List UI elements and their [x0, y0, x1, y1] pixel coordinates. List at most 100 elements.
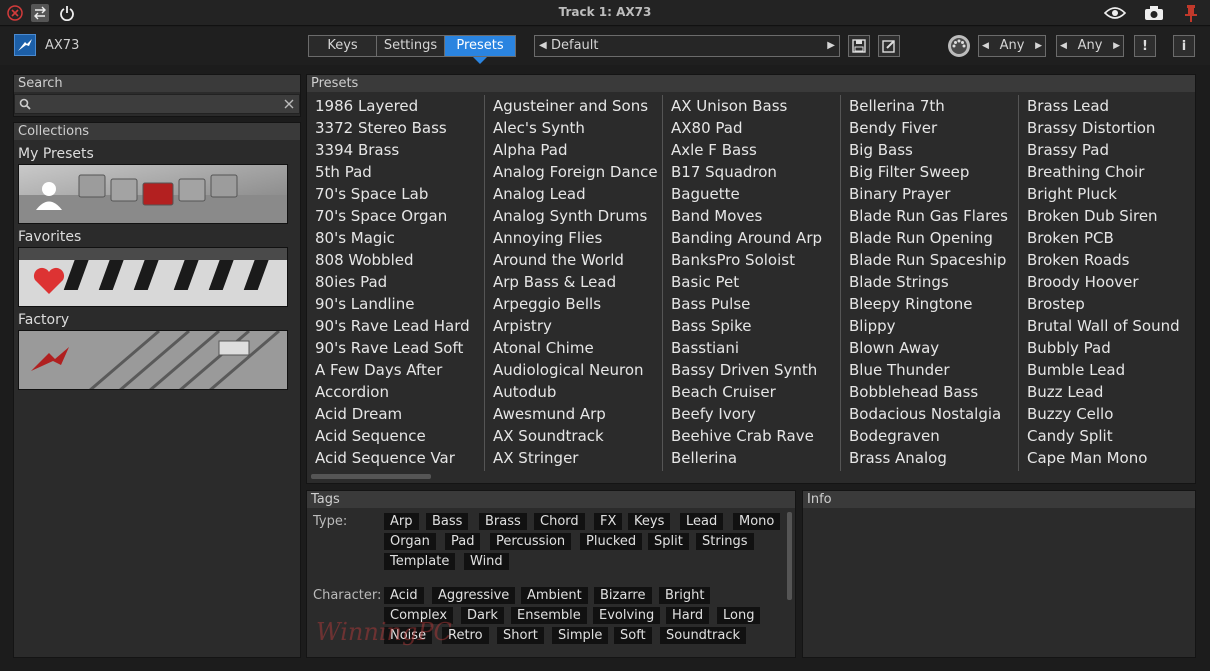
- preset-item[interactable]: 80's Magic: [309, 227, 481, 249]
- preset-item[interactable]: Bendy Fiver: [843, 117, 1015, 139]
- preset-item[interactable]: Autodub: [487, 381, 659, 403]
- warning-button[interactable]: !: [1134, 35, 1156, 57]
- preset-item[interactable]: Agusteiner and Sons: [487, 95, 659, 117]
- preset-item[interactable]: Brostep: [1021, 293, 1195, 315]
- preset-item[interactable]: Cape Man Mono: [1021, 447, 1195, 469]
- info-button[interactable]: i: [1173, 35, 1195, 57]
- search-input[interactable]: [14, 94, 300, 114]
- tag-character[interactable]: Soft: [614, 627, 652, 644]
- preset-item[interactable]: Analog Synth Drums: [487, 205, 659, 227]
- tag-character[interactable]: Ensemble: [511, 607, 587, 624]
- preset-item[interactable]: Bodacious Nostalgia: [843, 403, 1015, 425]
- preset-item[interactable]: Blade Run Gas Flares: [843, 205, 1015, 227]
- tag-type[interactable]: Pad: [445, 533, 481, 550]
- tag-type[interactable]: Percussion: [490, 533, 572, 550]
- preset-item[interactable]: Brass Analog: [843, 447, 1015, 469]
- preset-item[interactable]: BanksPro Soloist: [665, 249, 837, 271]
- collection-favorites-label[interactable]: Favorites: [18, 229, 81, 245]
- preset-item[interactable]: Bodegraven: [843, 425, 1015, 447]
- tag-character[interactable]: Hard: [666, 607, 710, 624]
- preset-item[interactable]: Analog Foreign Dance: [487, 161, 659, 183]
- preset-item[interactable]: Arpistry: [487, 315, 659, 337]
- tag-type[interactable]: Mono: [733, 513, 781, 530]
- midi-icon[interactable]: [948, 35, 970, 57]
- tag-type[interactable]: Wind: [464, 553, 509, 570]
- preset-item[interactable]: AX Unison Bass: [665, 95, 837, 117]
- preset-item[interactable]: Baguette: [665, 183, 837, 205]
- tag-type[interactable]: Arp: [384, 513, 419, 530]
- tag-type[interactable]: Keys: [628, 513, 671, 530]
- collection-favorites-thumb[interactable]: [18, 247, 288, 307]
- clear-search-icon[interactable]: [284, 99, 294, 109]
- tag-character[interactable]: Bright: [659, 587, 711, 604]
- preset-item[interactable]: Banding Around Arp: [665, 227, 837, 249]
- preset-item[interactable]: Bellerina: [665, 447, 837, 469]
- tab-settings[interactable]: Settings: [377, 36, 445, 56]
- preset-item[interactable]: Basstiani: [665, 337, 837, 359]
- preset-item[interactable]: Brassy Pad: [1021, 139, 1195, 161]
- preset-item[interactable]: Beehive Crab Rave: [665, 425, 837, 447]
- preset-item[interactable]: Blade Strings: [843, 271, 1015, 293]
- collection-factory-thumb[interactable]: [18, 330, 288, 390]
- any-selector-2[interactable]: ◀ Any ▶: [1056, 35, 1124, 57]
- tag-character[interactable]: Short: [497, 627, 544, 644]
- preset-item[interactable]: Annoying Flies: [487, 227, 659, 249]
- preset-item[interactable]: Bass Spike: [665, 315, 837, 337]
- collection-factory-label[interactable]: Factory: [18, 312, 69, 328]
- preset-item[interactable]: 90's Landline: [309, 293, 481, 315]
- preset-item[interactable]: Bright Pluck: [1021, 183, 1195, 205]
- tag-character[interactable]: Acid: [384, 587, 424, 604]
- next-icon[interactable]: ▶: [1113, 36, 1120, 56]
- preset-item[interactable]: Bumble Lead: [1021, 359, 1195, 381]
- edit-icon[interactable]: [878, 35, 900, 57]
- preset-item[interactable]: 3372 Stereo Bass: [309, 117, 481, 139]
- prev-icon[interactable]: ◀: [982, 36, 989, 56]
- preset-item[interactable]: Alec's Synth: [487, 117, 659, 139]
- preset-item[interactable]: A Few Days After: [309, 359, 481, 381]
- tag-type[interactable]: Bass: [426, 513, 469, 530]
- tag-type[interactable]: Brass: [479, 513, 527, 530]
- preset-item[interactable]: Broken Roads: [1021, 249, 1195, 271]
- any-selector-1[interactable]: ◀ Any ▶: [978, 35, 1046, 57]
- tags-vertical-scrollbar[interactable]: [787, 512, 792, 600]
- pin-icon[interactable]: [1182, 4, 1200, 22]
- preset-item[interactable]: Blade Run Opening: [843, 227, 1015, 249]
- preset-item[interactable]: Blown Away: [843, 337, 1015, 359]
- preset-item[interactable]: 808 Wobbled: [309, 249, 481, 271]
- preset-item[interactable]: Breathing Choir: [1021, 161, 1195, 183]
- preset-item[interactable]: 80ies Pad: [309, 271, 481, 293]
- preset-item[interactable]: Candy Split: [1021, 425, 1195, 447]
- preset-item[interactable]: Binary Prayer: [843, 183, 1015, 205]
- tag-type[interactable]: Lead: [680, 513, 724, 530]
- next-icon[interactable]: ▶: [1035, 36, 1042, 56]
- preset-item[interactable]: Arp Bass & Lead: [487, 271, 659, 293]
- tag-character[interactable]: Long: [717, 607, 761, 624]
- preset-item[interactable]: Bleepy Ringtone: [843, 293, 1015, 315]
- tag-character[interactable]: Aggressive: [432, 587, 516, 604]
- tag-character[interactable]: Dark: [461, 607, 504, 624]
- preset-item[interactable]: Bass Pulse: [665, 293, 837, 315]
- collection-my-presets-label[interactable]: My Presets: [18, 146, 94, 162]
- preset-item[interactable]: Around the World: [487, 249, 659, 271]
- eye-icon[interactable]: [1104, 4, 1126, 22]
- preset-item[interactable]: Big Filter Sweep: [843, 161, 1015, 183]
- preset-item[interactable]: Broody Hoover: [1021, 271, 1195, 293]
- preset-item[interactable]: Audiological Neuron: [487, 359, 659, 381]
- preset-item[interactable]: Atonal Chime: [487, 337, 659, 359]
- preset-item[interactable]: Basic Pet: [665, 271, 837, 293]
- preset-item[interactable]: Bubbly Pad: [1021, 337, 1195, 359]
- preset-item[interactable]: Bassy Driven Synth: [665, 359, 837, 381]
- preset-item[interactable]: Buzzy Cello: [1021, 403, 1195, 425]
- tag-type[interactable]: Template: [384, 553, 456, 570]
- tag-type[interactable]: Chord: [534, 513, 585, 530]
- tag-character[interactable]: Ambient: [521, 587, 588, 604]
- preset-item[interactable]: Acid Sequence: [309, 425, 481, 447]
- preset-item[interactable]: Broken Dub Siren: [1021, 205, 1195, 227]
- preset-item[interactable]: AX Stringer: [487, 447, 659, 469]
- preset-item[interactable]: Alpha Pad: [487, 139, 659, 161]
- tag-type[interactable]: Split: [648, 533, 689, 550]
- tag-character[interactable]: Simple: [552, 627, 609, 644]
- preset-item[interactable]: Beach Cruiser: [665, 381, 837, 403]
- preset-item[interactable]: Buzz Lead: [1021, 381, 1195, 403]
- preset-item[interactable]: Big Bass: [843, 139, 1015, 161]
